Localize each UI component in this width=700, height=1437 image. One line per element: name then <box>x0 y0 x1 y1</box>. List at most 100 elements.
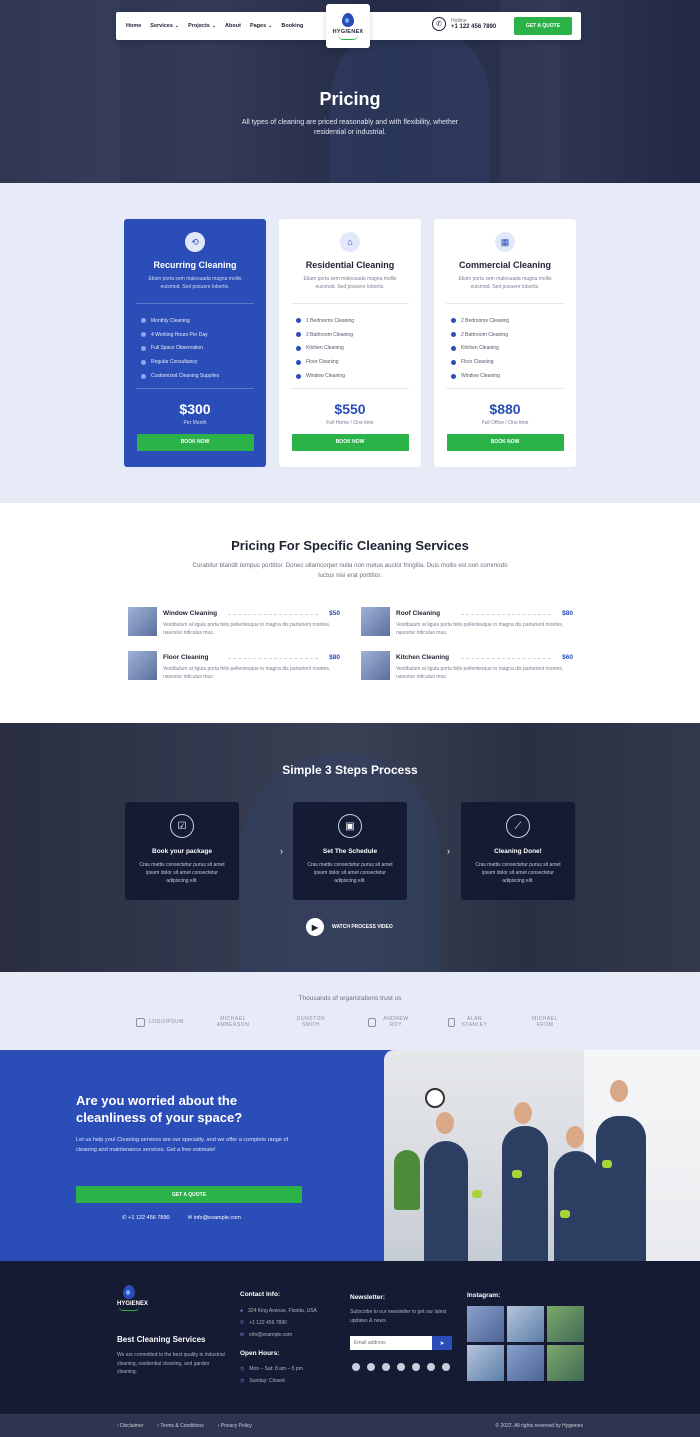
plan-title: Residential Cleaning <box>305 260 395 270</box>
check-icon <box>296 318 301 324</box>
facebook-icon[interactable] <box>352 1363 360 1371</box>
service-desc: Vestibulum at ligula porta felis pellent… <box>396 666 564 680</box>
cta-phone[interactable]: ✆ +1 122 456 7890 <box>122 1215 170 1221</box>
book-now-button[interactable]: BOOK NOW <box>446 433 564 451</box>
service-price: $60 <box>562 654 573 661</box>
check-icon <box>141 332 146 338</box>
instagram-photo[interactable] <box>507 1306 544 1342</box>
brand-logo: LOGOIPSUM <box>136 1014 184 1030</box>
clipboard-icon: ☑ <box>170 814 194 838</box>
youtube-icon[interactable] <box>382 1363 390 1371</box>
copyright: © 2022. All rights reserved by Hygienex <box>495 1423 583 1429</box>
social-links <box>352 1363 450 1371</box>
get-quote-button[interactable]: GET A QUOTE <box>76 1186 302 1203</box>
footer-email[interactable]: ✉ info@example.com <box>240 1332 292 1338</box>
legal-links: › Disclaimer › Terms & Conditions › Priv… <box>117 1423 252 1429</box>
plan-features: 2 Bedrooms Cleaning 2 Bathroom Cleaning … <box>451 314 576 383</box>
pricing-card-commercial: ▦ Commercial Cleaning Etiam porta sem ma… <box>434 219 576 467</box>
nav-item-home[interactable]: Home <box>126 23 141 29</box>
check-icon <box>451 373 456 379</box>
team-photo <box>384 1050 700 1261</box>
instagram-photo[interactable] <box>467 1345 504 1381</box>
specific-services-section: Pricing For Specific Cleaning Services C… <box>0 503 700 723</box>
dribbble-icon[interactable] <box>442 1363 450 1371</box>
step-card-schedule: ▣ Set The Schedule Cras mattis consectet… <box>293 802 407 900</box>
watch-video-button[interactable]: ▶ WATCH PROCESS VIDEO <box>306 918 393 936</box>
brand-logo: ALAN STANLEY <box>448 1014 490 1030</box>
hotline[interactable]: ✆ Hotline +1 122 456 7890 <box>432 17 496 31</box>
newsletter-form: ➤ <box>350 1336 452 1350</box>
terms-link[interactable]: › Terms & Conditions <box>157 1423 203 1429</box>
newsletter-email-input[interactable] <box>350 1336 432 1350</box>
mail-icon: ✉ <box>240 1332 245 1338</box>
footer-logo[interactable]: HYGIENEX <box>117 1285 148 1311</box>
footer-phone[interactable]: ✆ +1 122 456 7890 <box>240 1320 287 1326</box>
book-now-button[interactable]: BOOK NOW <box>291 433 409 451</box>
cta-title: Are you worried about the cleanliness of… <box>76 1093 243 1125</box>
cta-text: Let us help you! Cleaning services are o… <box>76 1137 289 1153</box>
get-quote-button[interactable]: GET A QUOTE <box>514 17 572 35</box>
bicycle-icon <box>368 1017 376 1027</box>
brand-mark-icon <box>136 1017 145 1027</box>
nav-item-projects[interactable]: Projects ⌄ <box>188 23 216 29</box>
step-desc: Cras mattis consectetur purus sit amet i… <box>475 862 561 884</box>
instagram-gallery <box>467 1306 584 1381</box>
check-icon <box>296 359 301 365</box>
nav-item-pages[interactable]: Pages ⌄ <box>250 23 272 29</box>
step-card-done: ⟋ Cleaning Done! Cras mattis consectetur… <box>461 802 575 900</box>
feature-item: Window Cleaning <box>451 369 576 383</box>
plan-desc: Etiam porta sem malesuada magna mollis e… <box>148 276 242 290</box>
feature-item: Customized Cleaning Supplies <box>141 369 266 383</box>
linkedin-icon[interactable] <box>412 1363 420 1371</box>
nav-links: Home Services ⌄ Projects ⌄ About Pages ⌄ Bo… <box>126 12 303 40</box>
footer-hours-weekday: ◷ Mon – Sat: 8 am – 5 pm <box>240 1366 303 1372</box>
plan-price: $300 <box>179 400 211 417</box>
step-card-book: ☑ Book your package Cras mattis consecte… <box>125 802 239 900</box>
send-icon[interactable]: ➤ <box>432 1336 452 1350</box>
twitter-icon[interactable] <box>367 1363 375 1371</box>
service-name: Roof Cleaning <box>396 610 441 617</box>
chevron-right-icon: › <box>280 846 283 856</box>
site-logo[interactable]: HYGIENEX <box>326 4 370 48</box>
nav-item-about[interactable]: About <box>225 23 241 29</box>
footer-hours-sunday: ◷ Sunday: Closed <box>240 1378 285 1384</box>
check-icon <box>296 373 301 379</box>
chevron-right-icon: › <box>447 846 450 856</box>
instagram-icon[interactable] <box>397 1363 405 1371</box>
whatsapp-icon[interactable] <box>427 1363 435 1371</box>
step-desc: Cras mattis consectetur purus sit amet i… <box>139 862 225 884</box>
hours-title: Open Hours: <box>240 1350 280 1357</box>
chevron-down-icon: ⌄ <box>211 23 217 29</box>
footer-address: ● 324 King Avenue, Florida, USA <box>240 1308 317 1314</box>
feature-item: Floor Cleaning <box>451 355 576 369</box>
home-icon: ⌂ <box>340 232 360 252</box>
nav-item-booking[interactable]: Booking <box>281 23 303 29</box>
service-item-floor[interactable]: Floor Cleaning $80 Vestibulum at ligula … <box>128 651 340 683</box>
privacy-link[interactable]: › Privacy Policy <box>218 1423 252 1429</box>
check-icon <box>141 373 146 379</box>
check-icon <box>141 345 146 351</box>
service-item-window[interactable]: Window Cleaning $50 Vestibulum at ligula… <box>128 607 340 639</box>
section-title: Pricing For Specific Cleaning Services <box>231 538 469 553</box>
calendar-icon: ▣ <box>338 814 362 838</box>
instagram-photo[interactable] <box>547 1345 584 1381</box>
instagram-photo[interactable] <box>547 1306 584 1342</box>
service-name: Window Cleaning <box>163 610 218 617</box>
service-thumbnail <box>128 651 157 680</box>
plan-price: $880 <box>489 400 521 417</box>
plan-features: 1 Bedrooms Cleaning 2 Bathroom Cleaning … <box>296 314 421 383</box>
cta-email[interactable]: ✉ info@example.com <box>188 1215 241 1221</box>
trust-title: Thousands of organizations trust us <box>298 995 402 1002</box>
plan-title: Commercial Cleaning <box>458 260 552 270</box>
book-now-button[interactable]: BOOK NOW <box>136 433 254 451</box>
service-thumbnail <box>361 607 390 636</box>
instagram-photo[interactable] <box>467 1306 504 1342</box>
hero-section: Home Services ⌄ Projects ⌄ About Pages ⌄ Bo… <box>0 0 700 183</box>
service-item-roof[interactable]: Roof Cleaning $80 Vestibulum at ligula p… <box>361 607 573 639</box>
instagram-photo[interactable] <box>507 1345 544 1381</box>
nav-item-services[interactable]: Services ⌄ <box>150 23 179 29</box>
disclaimer-link[interactable]: › Disclaimer <box>117 1423 143 1429</box>
main-navbar: Home Services ⌄ Projects ⌄ About Pages ⌄ Bo… <box>116 4 581 48</box>
service-item-kitchen[interactable]: Kitchen Cleaning $60 Vestibulum at ligul… <box>361 651 573 683</box>
bottom-bar: › Disclaimer › Terms & Conditions › Priv… <box>0 1414 700 1437</box>
